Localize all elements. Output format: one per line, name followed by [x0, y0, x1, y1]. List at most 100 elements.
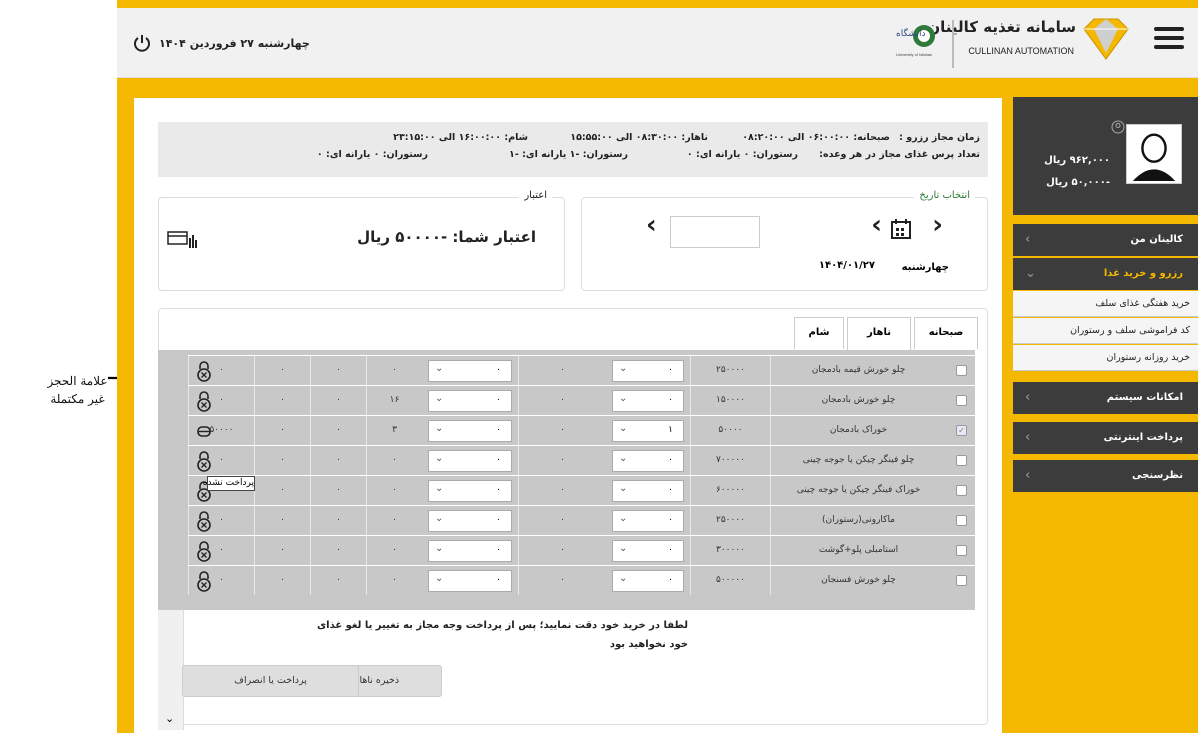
select-value: ۰ — [496, 515, 501, 525]
info-dinner-time: شام: ۱۶:۰۰:۰۰ الی ۲۳:۱۵:۰۰ — [393, 132, 528, 143]
table-cell: ۰ — [310, 566, 366, 595]
unpaid-icon[interactable] — [196, 420, 212, 442]
table-cell: ۱۶ — [366, 386, 422, 415]
select-value: ۰ — [496, 545, 501, 555]
lock-icon[interactable] — [196, 360, 212, 382]
reservation-info: زمان مجاز رزرو : صبحانه: ۰۶:۰۰:۰۰ الی ۰۸… — [158, 122, 988, 177]
restaurant-quantity-select[interactable]: ۰ ⌄ — [428, 420, 512, 442]
row-checkbox[interactable] — [956, 515, 967, 526]
table-cell: ۰ — [254, 386, 310, 415]
row-checkbox[interactable] — [956, 575, 967, 586]
restaurant-quantity-select[interactable]: ۰ ⌄ — [428, 480, 512, 502]
quantity-select[interactable]: ۰ ⌄ — [612, 450, 684, 472]
row-checkbox[interactable]: ✓ — [956, 425, 967, 436]
credit-legend: اعتبار — [519, 190, 552, 201]
chevron-down-icon[interactable]: ⌄ — [165, 712, 174, 725]
warning-text: لطفا در خرید خود دقت نمایید؛ پس از پرداخ… — [316, 620, 688, 650]
lock-icon[interactable] — [196, 570, 212, 592]
chevron-left-icon[interactable]: ‹ — [871, 210, 882, 240]
lock-icon[interactable] — [196, 510, 212, 532]
pay-or-cancel-button[interactable]: پرداخت یا انصراف — [182, 665, 359, 697]
quantity-select[interactable]: ۰ ⌄ — [612, 540, 684, 562]
table-cell: ۰ — [310, 446, 366, 475]
credit-amount: اعتبار شما: -۵۰۰۰۰ ریال — [357, 228, 536, 246]
current-date: چهارشنبه ۲۷ فروردین ۱۴۰۴ — [159, 37, 310, 50]
sidebar-item-my-cullinan[interactable]: کالینان من ‹ — [1013, 224, 1198, 256]
lock-icon[interactable] — [196, 450, 212, 472]
date-selector-box: انتخاب تاریخ › ‹ ‹ چهارشنبه ۱۴۰۴/۰۱/۲۷ — [581, 190, 988, 291]
chevron-left-icon[interactable]: ‹ — [646, 210, 657, 240]
quantity-select[interactable]: ۱ ⌄ — [612, 420, 684, 442]
quantity-select[interactable]: ۰ ⌄ — [612, 510, 684, 532]
restaurant-quantity-select[interactable]: ۰ ⌄ — [428, 540, 512, 562]
info-quota-2: رستوران: -۱ یارانه ای: -۱ — [509, 149, 628, 160]
table-cell: ۰ — [518, 476, 606, 505]
food-name: چلو خورش بادمجان — [770, 386, 946, 415]
credit-box: اعتبار اعتبار شما: -۵۰۰۰۰ ریال — [158, 190, 565, 291]
date-input[interactable] — [670, 216, 760, 248]
quantity-select[interactable]: ۰ ⌄ — [612, 570, 684, 592]
table-cell: ۰ — [518, 566, 606, 595]
quantity-select[interactable]: ۰ ⌄ — [612, 390, 684, 412]
table-cell: ۰ — [254, 416, 310, 445]
row-checkbox[interactable] — [956, 485, 967, 496]
top-bar: سامانه تغذیه کالینان CULLINAN AUTOMATION… — [117, 8, 1198, 78]
table-cell: ۰ — [254, 356, 310, 385]
food-price: ۳۰۰۰۰۰ — [690, 536, 770, 565]
calendar-icon[interactable] — [890, 218, 912, 240]
table-cell: ۰ — [254, 506, 310, 535]
tab-lunch[interactable]: ناهار — [847, 317, 911, 351]
lock-icon[interactable] — [196, 390, 212, 412]
select-value: ۰ — [496, 395, 501, 405]
table-row: ۰ ۰ ۰ ۰ ۰ ⌄ ۰ ۰ ⌄ ۲۵۰۰۰۰ چلو خورش قیمه بادمجان — [188, 355, 975, 385]
chevron-right-icon[interactable]: › — [932, 210, 943, 240]
quantity-select[interactable]: ۰ ⌄ — [612, 360, 684, 382]
sidebar-item-payment[interactable]: پرداخت اینترنتی ‹ — [1013, 422, 1198, 454]
table-cell: ۰ — [310, 356, 366, 385]
select-value: ۰ — [668, 455, 673, 465]
main-panel: زمان مجاز رزرو : صبحانه: ۰۶:۰۰:۰۰ الی ۰۸… — [134, 98, 1002, 733]
restaurant-quantity-select[interactable]: ۰ ⌄ — [428, 360, 512, 382]
selected-date: ۱۴۰۴/۰۱/۲۷ — [818, 260, 875, 271]
chevron-down-icon: ⌄ — [435, 393, 444, 404]
table-cell: ۰ — [310, 416, 366, 445]
table-cell: ۰ — [366, 506, 422, 535]
chevron-left-icon: ‹ — [1025, 430, 1031, 445]
restaurant-quantity-select[interactable]: ۰ ⌄ — [428, 390, 512, 412]
table-cell: ۳ — [366, 416, 422, 445]
sidebar-item-reserve[interactable]: رزرو و خرید غذا ⌄ — [1013, 258, 1198, 290]
restaurant-quantity-select[interactable]: ۰ ⌄ — [428, 510, 512, 532]
table-cell: ۰ — [310, 386, 366, 415]
restaurant-quantity-select[interactable]: ۰ ⌄ — [428, 450, 512, 472]
table-cell: ۰ — [366, 446, 422, 475]
row-checkbox[interactable] — [956, 395, 967, 406]
chevron-down-icon: ⌄ — [619, 573, 628, 584]
chevron-left-icon: ‹ — [1025, 232, 1031, 247]
table-cell: ۰ — [518, 356, 606, 385]
sidebar-item-survey[interactable]: نظرسنجی ‹ — [1013, 460, 1198, 492]
food-name: استامبلی پلو+گوشت — [770, 536, 946, 565]
table-cell: ۰ — [366, 566, 422, 595]
row-checkbox[interactable] — [956, 455, 967, 466]
lock-icon[interactable] — [196, 540, 212, 562]
tab-dinner[interactable]: شام — [794, 317, 844, 349]
restaurant-quantity-select[interactable]: ۰ ⌄ — [428, 570, 512, 592]
menu-icon[interactable] — [1154, 25, 1184, 51]
sidebar-subitem-weekly[interactable]: خرید هفتگی غذای سلف — [1013, 291, 1198, 317]
table-cell: ۰ — [254, 446, 310, 475]
sidebar: ۹۶۲,۰۰۰ ریال -۵۰,۰۰۰ ریال کالینان من ‹ رز… — [1013, 97, 1198, 733]
chevron-down-icon: ⌄ — [619, 363, 628, 374]
quantity-select[interactable]: ۰ ⌄ — [612, 480, 684, 502]
power-icon[interactable] — [132, 33, 152, 53]
table-cell: ۰ — [518, 386, 606, 415]
chevron-down-icon: ⌄ — [619, 393, 628, 404]
date-legend: انتخاب تاریخ — [914, 190, 975, 201]
sidebar-subitem-forgot-code[interactable]: کد فراموشی سلف و رستوران — [1013, 318, 1198, 344]
table-cell: ۰ — [310, 506, 366, 535]
row-checkbox[interactable] — [956, 545, 967, 556]
sidebar-subitem-daily[interactable]: خرید روزانه رستوران — [1013, 345, 1198, 371]
tab-breakfast[interactable]: صبحانه — [914, 317, 978, 349]
sidebar-item-system[interactable]: امکانات سیستم ‹ — [1013, 382, 1198, 414]
row-checkbox[interactable] — [956, 365, 967, 376]
info-quota-3: رستوران: ۰ یارانه ای: ۰ — [316, 149, 428, 160]
